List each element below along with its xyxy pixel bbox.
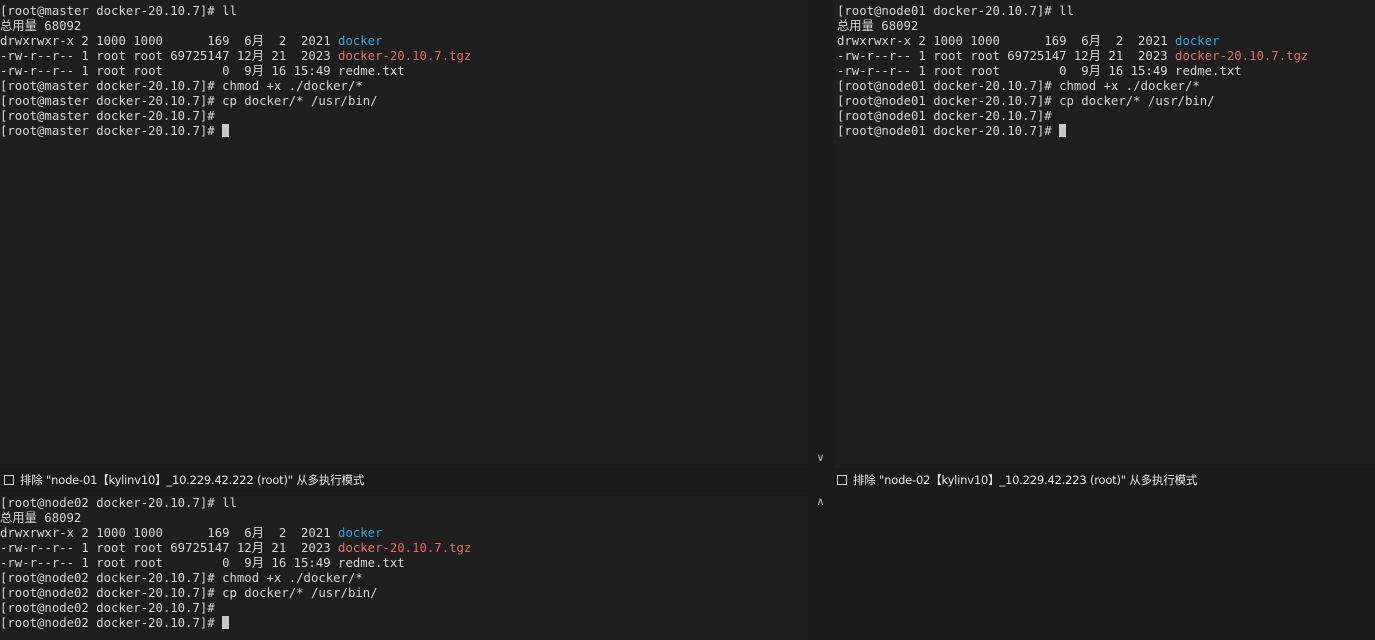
line-text: [root@master docker-20.10.7]#: [0, 109, 215, 123]
listing-attributes: -rw-r--r-- 1 root root 69725147 12月 21 2…: [0, 541, 339, 555]
listing-attributes: drwxrwxr-x 2 1000 1000 169 6月 2 2021: [0, 526, 339, 540]
scroll-down-icon[interactable]: ∨: [808, 452, 833, 464]
status-divider: [808, 468, 833, 492]
line-text: [root@node02 docker-20.10.7]# chmod +x .…: [0, 571, 363, 585]
line-text: -rw-r--r-- 1 root root 0 9月 16 15:49 red…: [0, 556, 405, 570]
listing-attributes: -rw-r--r-- 1 root root 69725147 12月 21 2…: [837, 49, 1176, 63]
terminal-line: [root@node02 docker-20.10.7]# chmod +x .…: [0, 571, 471, 586]
exclude-node01-checkbox[interactable]: [4, 475, 14, 485]
line-text: -rw-r--r-- 1 root root 0 9月 16 15:49 red…: [837, 64, 1242, 78]
terminal-line: [root@master docker-20.10.7]# cp docker/…: [0, 94, 471, 109]
line-text: 总用量 68092: [0, 19, 82, 33]
listing-attributes: -rw-r--r-- 1 root root 69725147 12月 21 2…: [0, 49, 339, 63]
scroll-up-icon[interactable]: ∧: [808, 496, 833, 508]
line-text: [root@node01 docker-20.10.7]# ll: [837, 4, 1074, 18]
terminal-line: [root@master docker-20.10.7]#: [0, 124, 471, 139]
line-text: [root@master docker-20.10.7]# chmod +x .…: [0, 79, 363, 93]
terminal-line: 总用量 68092: [0, 19, 471, 34]
scrollbar-top[interactable]: ∨: [808, 0, 833, 468]
line-text: [root@node01 docker-20.10.7]#: [837, 109, 1052, 123]
line-text: [root@node02 docker-20.10.7]#: [0, 601, 215, 615]
terminal-line: -rw-r--r-- 1 root root 0 9月 16 15:49 red…: [837, 64, 1308, 79]
terminal-pane-node02[interactable]: [root@node02 docker-20.10.7]# ll 总用量 6809…: [0, 492, 808, 640]
directory-name: docker: [338, 34, 383, 48]
exclude-node01-label: 排除 "node-01【kylinv10】_10.229.42.222 (roo…: [20, 473, 365, 487]
exclude-from-multi-exec-node01[interactable]: 排除 "node-01【kylinv10】_10.229.42.222 (roo…: [0, 468, 808, 492]
directory-name: docker: [1175, 34, 1220, 48]
terminal-line: [root@master docker-20.10.7]# chmod +x .…: [0, 79, 471, 94]
terminal-output-node02[interactable]: [root@node02 docker-20.10.7]# ll 总用量 6809…: [0, 496, 471, 631]
line-text: [root@node02 docker-20.10.7]# ll: [0, 496, 237, 510]
terminal-line: [root@node01 docker-20.10.7]#: [837, 109, 1308, 124]
empty-pane: [833, 492, 1375, 640]
terminal-cursor: [222, 124, 230, 137]
terminal-cursor: [222, 616, 230, 629]
terminal-output-master[interactable]: [root@master docker-20.10.7]# ll 总用量 6809…: [0, 4, 471, 139]
archive-file-name: docker-20.10.7.tgz: [338, 49, 472, 63]
listing-attributes: drwxrwxr-x 2 1000 1000 169 6月 2 2021: [0, 34, 339, 48]
terminal-pane-master[interactable]: [root@master docker-20.10.7]# ll 总用量 6809…: [0, 0, 808, 468]
terminal-line: -rw-r--r-- 1 root root 69725147 12月 21 2…: [0, 541, 471, 556]
exclude-node02-label: 排除 "node-02【kylinv10】_10.229.42.223 (roo…: [853, 473, 1198, 487]
exclude-from-multi-exec-node02[interactable]: 排除 "node-02【kylinv10】_10.229.42.223 (roo…: [833, 468, 1375, 492]
scrollbar-bottom[interactable]: ∧: [808, 492, 833, 640]
line-text: [root@node02 docker-20.10.7]#: [0, 616, 223, 630]
terminal-line: drwxrwxr-x 2 1000 1000 169 6月 2 2021 doc…: [0, 34, 471, 49]
line-text: [root@node02 docker-20.10.7]# cp docker/…: [0, 586, 378, 600]
line-text: [root@master docker-20.10.7]# ll: [0, 4, 237, 18]
terminal-line: [root@master docker-20.10.7]# ll: [0, 4, 471, 19]
line-text: [root@node01 docker-20.10.7]# cp docker/…: [837, 94, 1215, 108]
terminal-pane-node01[interactable]: [root@node01 docker-20.10.7]# ll 总用量 6809…: [833, 0, 1375, 468]
terminal-output-node01[interactable]: [root@node01 docker-20.10.7]# ll 总用量 6809…: [837, 4, 1308, 139]
line-text: [root@node01 docker-20.10.7]#: [837, 124, 1060, 138]
line-text: 总用量 68092: [0, 511, 82, 525]
terminal-line: 总用量 68092: [837, 19, 1308, 34]
terminal-line: drwxrwxr-x 2 1000 1000 169 6月 2 2021 doc…: [0, 526, 471, 541]
archive-file-name: docker-20.10.7.tgz: [338, 541, 472, 555]
line-text: [root@node01 docker-20.10.7]# chmod +x .…: [837, 79, 1200, 93]
terminal-line: [root@node01 docker-20.10.7]# chmod +x .…: [837, 79, 1308, 94]
multi-exec-terminal-window: [root@master docker-20.10.7]# ll 总用量 6809…: [0, 0, 1375, 640]
terminal-line: -rw-r--r-- 1 root root 0 9月 16 15:49 red…: [0, 556, 471, 571]
exclude-node02-checkbox[interactable]: [837, 475, 847, 485]
terminal-line: [root@master docker-20.10.7]#: [0, 109, 471, 124]
terminal-line: 总用量 68092: [0, 511, 471, 526]
line-text: 总用量 68092: [837, 19, 919, 33]
line-text: -rw-r--r-- 1 root root 0 9月 16 15:49 red…: [0, 64, 405, 78]
terminal-line: [root@node02 docker-20.10.7]#: [0, 616, 471, 631]
terminal-line: [root@node02 docker-20.10.7]#: [0, 601, 471, 616]
terminal-line: [root@node01 docker-20.10.7]# ll: [837, 4, 1308, 19]
terminal-line: -rw-r--r-- 1 root root 0 9月 16 15:49 red…: [0, 64, 471, 79]
terminal-line: [root@node01 docker-20.10.7]# cp docker/…: [837, 94, 1308, 109]
terminal-cursor: [1059, 124, 1067, 137]
terminal-line: [root@node02 docker-20.10.7]# ll: [0, 496, 471, 511]
directory-name: docker: [338, 526, 383, 540]
terminal-line: -rw-r--r-- 1 root root 69725147 12月 21 2…: [837, 49, 1308, 64]
terminal-line: -rw-r--r-- 1 root root 69725147 12月 21 2…: [0, 49, 471, 64]
line-text: [root@master docker-20.10.7]#: [0, 124, 223, 138]
terminal-line: [root@node02 docker-20.10.7]# cp docker/…: [0, 586, 471, 601]
line-text: [root@master docker-20.10.7]# cp docker/…: [0, 94, 378, 108]
terminal-line: [root@node01 docker-20.10.7]#: [837, 124, 1308, 139]
archive-file-name: docker-20.10.7.tgz: [1175, 49, 1309, 63]
terminal-line: drwxrwxr-x 2 1000 1000 169 6月 2 2021 doc…: [837, 34, 1308, 49]
listing-attributes: drwxrwxr-x 2 1000 1000 169 6月 2 2021: [837, 34, 1176, 48]
